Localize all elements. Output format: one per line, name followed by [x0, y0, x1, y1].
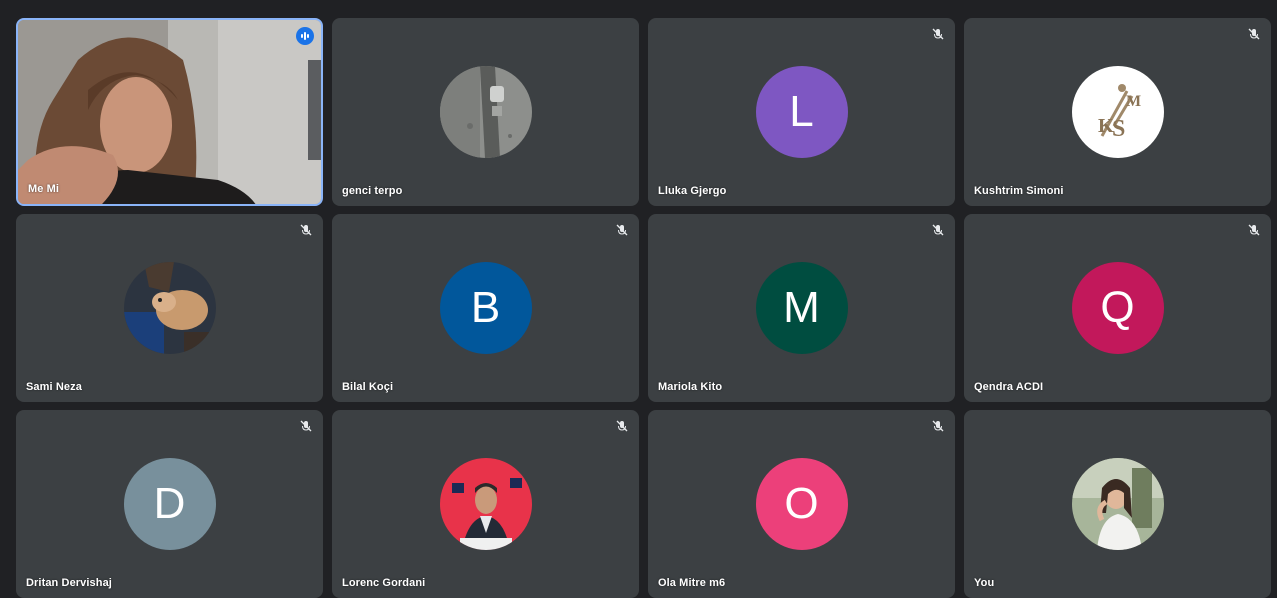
- participant-photo: [439, 66, 532, 158]
- participant-name: Ola Mitre m6: [658, 577, 726, 589]
- mic-off-icon: [932, 224, 944, 236]
- participant-avatar: L: [755, 66, 848, 158]
- participant-tile[interactable]: M S K Kushtrim Simoni: [964, 18, 1271, 206]
- participant-name: Qendra ACDI: [974, 381, 1044, 393]
- participant-avatar: D: [123, 458, 216, 550]
- participant-tile[interactable]: L Lluka Gjergo: [648, 18, 955, 206]
- participant-avatar: M: [755, 262, 848, 354]
- mic-off-icon: [1248, 224, 1260, 236]
- participant-photo: [123, 262, 216, 354]
- participant-tile[interactable]: genci terpo: [332, 18, 639, 206]
- participant-tile[interactable]: You: [964, 410, 1271, 598]
- svg-text:K: K: [1098, 115, 1114, 137]
- participant-tile[interactable]: Sami Neza: [16, 214, 323, 402]
- participant-name: genci terpo: [342, 185, 403, 197]
- participant-avatar: B: [439, 262, 532, 354]
- participant-name: Kushtrim Simoni: [974, 185, 1064, 197]
- svg-text:S: S: [1112, 116, 1125, 142]
- mic-off-icon: [616, 224, 628, 236]
- participant-tile[interactable]: O Ola Mitre m6: [648, 410, 955, 598]
- meeting-grid: Me Mi genci terpo L Lluka Gjergo M S K K…: [0, 0, 1277, 598]
- participant-name: Lluka Gjergo: [658, 185, 727, 197]
- mic-off-icon: [300, 420, 312, 432]
- participant-tile[interactable]: B Bilal Koçi: [332, 214, 639, 402]
- participant-tile[interactable]: Lorenc Gordani: [332, 410, 639, 598]
- participant-name: Me Mi: [28, 183, 60, 195]
- participant-logo: M S K: [1071, 66, 1164, 158]
- participant-tile[interactable]: Me Mi: [16, 18, 323, 206]
- participant-photo: [1071, 458, 1164, 550]
- mic-off-icon: [300, 224, 312, 236]
- participant-avatar: O: [755, 458, 848, 550]
- video-feed: [18, 20, 321, 204]
- participant-tile[interactable]: D Dritan Dervishaj: [16, 410, 323, 598]
- participant-name: You: [974, 577, 995, 589]
- participant-name: Dritan Dervishaj: [26, 577, 112, 589]
- participant-photo: [439, 458, 532, 550]
- svg-text:M: M: [1126, 93, 1141, 110]
- speaking-indicator-icon: [296, 27, 314, 45]
- mic-off-icon: [1248, 28, 1260, 40]
- participant-avatar: Q: [1071, 262, 1164, 354]
- participant-name: Mariola Kito: [658, 381, 723, 393]
- participant-tile[interactable]: Q Qendra ACDI: [964, 214, 1271, 402]
- mic-off-icon: [616, 420, 628, 432]
- participant-name: Lorenc Gordani: [342, 577, 426, 589]
- mic-off-icon: [932, 420, 944, 432]
- participant-tile[interactable]: M Mariola Kito: [648, 214, 955, 402]
- participant-name: Sami Neza: [26, 381, 82, 393]
- participant-name: Bilal Koçi: [342, 381, 394, 393]
- mic-off-icon: [932, 28, 944, 40]
